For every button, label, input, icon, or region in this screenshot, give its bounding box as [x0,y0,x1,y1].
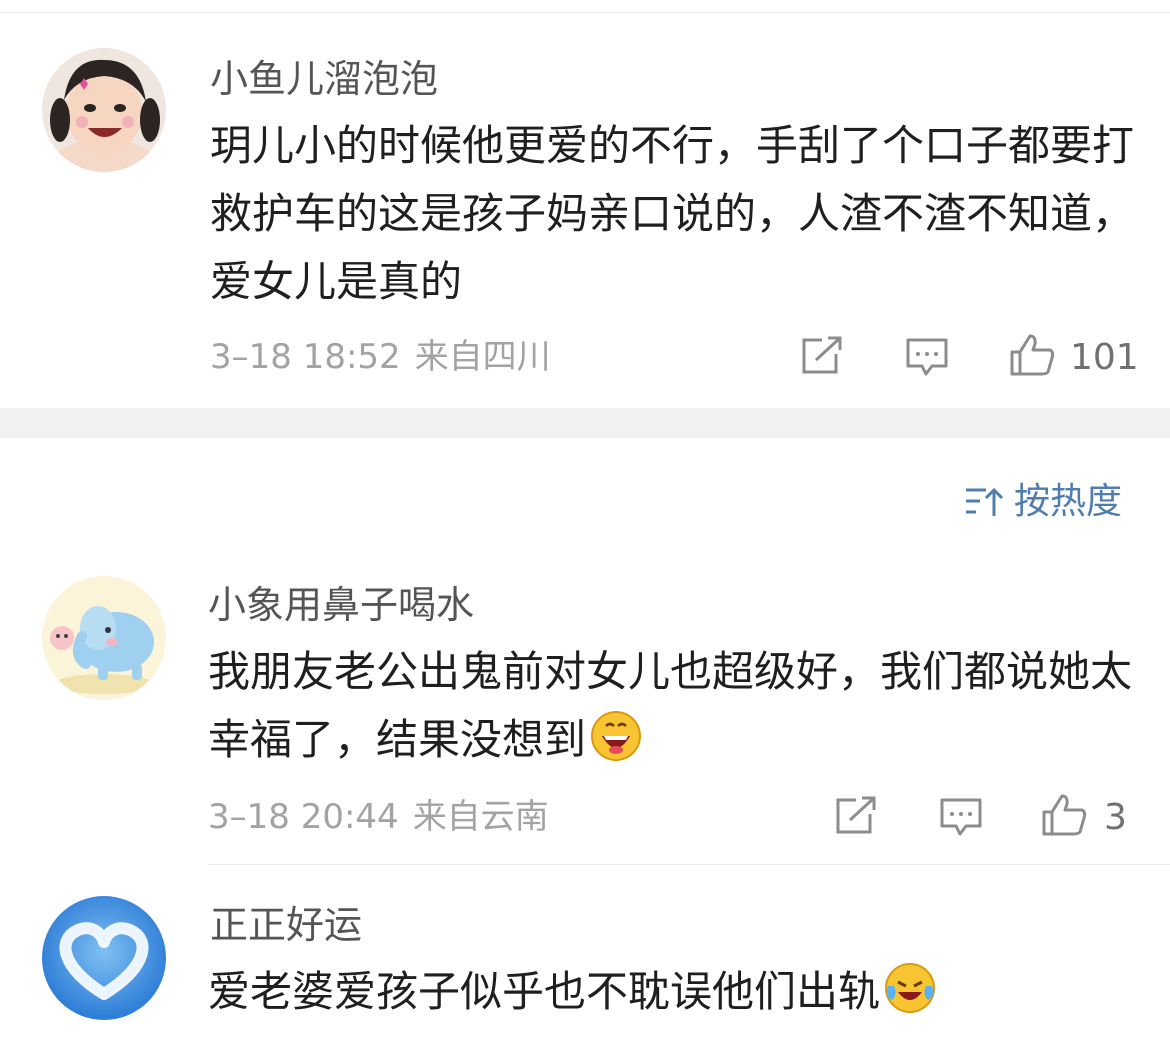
comment-icon[interactable] [938,796,984,842]
comment-username[interactable]: 正正好运 [210,906,362,944]
cloud-heart-avatar-image [42,896,166,1020]
avatar[interactable] [42,48,166,172]
comment-text-content: 爱老婆爱孩子似乎也不耽误他们出轨 [208,967,881,1016]
comment-meta: 3–18 20:44 来自云南 [208,800,549,834]
top-divider [0,12,1170,13]
comment-time: 3–18 18:52 [210,337,401,377]
section-separator [0,408,1170,438]
avatar[interactable] [42,896,166,1020]
sort-label: 按热度 [1014,481,1123,522]
bottom-edge [0,1040,1170,1054]
comment-username[interactable]: 小鱼儿溜泡泡 [210,60,438,98]
comment-text: 我朋友老公出鬼前对女儿也超级好，我们都说她太幸福了，结果没想到 [208,638,1138,774]
comment-username[interactable]: 小象用鼻子喝水 [208,586,474,624]
share-icon[interactable] [834,796,878,840]
comment-text: 玥儿小的时候他更爱的不行，手刮了个口子都要打救护车的这是孩子妈亲口说的，人渣不渣… [210,121,1135,306]
elephant-avatar-image [42,576,166,700]
sort-by-hot-button[interactable]: 按热度 [964,482,1122,522]
avatar[interactable] [42,576,166,700]
laugh-cry-emoji-icon [885,963,936,1013]
comment-location: 来自四川 [414,337,551,377]
sort-icon [966,487,1004,516]
comment-icon[interactable] [904,336,950,382]
comment-text-content: 我朋友老公出鬼前对女儿也超级好，我们都说她太幸福了，结果没想到 [208,647,1133,764]
like-count: 3 [1104,797,1127,838]
grin-emoji-icon [591,711,642,761]
like-icon[interactable] [1040,792,1088,842]
comment-meta: 3–18 18:52 来自四川 [210,340,551,374]
comment-divider [208,864,1170,865]
comment-text: 爱老婆爱孩子似乎也不耽误他们出轨 [208,958,1138,1026]
like-icon[interactable] [1008,332,1056,382]
share-icon[interactable] [800,336,844,380]
comment-time: 3–18 20:44 [208,797,399,837]
child-avatar-image [42,48,166,172]
like-count: 101 [1070,337,1139,378]
comment-location: 来自云南 [412,797,549,837]
